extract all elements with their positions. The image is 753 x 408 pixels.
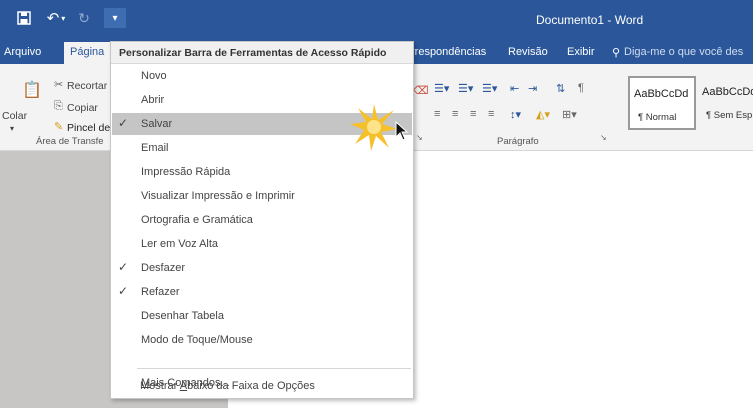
paragraph-group-label: Parágrafo xyxy=(497,136,539,147)
numbering-icon[interactable]: ☰▾ xyxy=(458,82,473,95)
multilevel-list-icon[interactable]: ☰▾ xyxy=(482,82,497,95)
menu-item-label: Impressão Rápida xyxy=(141,166,231,178)
pilcrow-icon[interactable]: ¶ xyxy=(578,82,584,94)
style-name: ¶ Sem Esp. xyxy=(706,110,753,121)
menu-item-label: Novo xyxy=(141,70,167,82)
show-below-prefix: Mostrar xyxy=(140,380,180,392)
menu-item[interactable]: Modo de Toque/Mouse xyxy=(112,329,412,351)
check-icon: ✓ xyxy=(118,260,129,274)
paste-button[interactable]: Colar xyxy=(2,110,27,122)
customize-qat-menu: Personalizar Barra de Ferramentas de Ace… xyxy=(110,41,414,399)
menu-item-label: Desfazer xyxy=(141,262,186,274)
copy-button[interactable]: Copiar xyxy=(67,102,98,114)
check-icon: ✓ xyxy=(118,284,129,298)
menu-item[interactable]: Ler em Voz Alta xyxy=(112,233,412,255)
menu-item-label: Salvar xyxy=(141,118,173,130)
style-sample: AaBbCcDd xyxy=(702,86,753,98)
menu-item-label: Abrir xyxy=(141,94,165,106)
style-sample: AaBbCcDd xyxy=(634,88,689,100)
sort-icon[interactable]: ⇅ xyxy=(556,82,565,95)
menu-item[interactable]: Novo xyxy=(112,65,412,87)
tell-me-box[interactable]: Diga-me o que você des xyxy=(624,46,743,58)
line-spacing-icon[interactable]: ↕▾ xyxy=(510,108,521,121)
shading-icon[interactable]: ◭▾ xyxy=(536,108,550,121)
window-title: Documento1 - Word xyxy=(536,13,644,27)
menu-item[interactable]: Visualizar Impressão e Imprimir xyxy=(112,185,412,207)
bullets-icon[interactable]: ☰▾ xyxy=(434,82,449,95)
menu-item-label: Refazer xyxy=(141,286,180,298)
style-name: ¶ Normal xyxy=(638,112,677,123)
cut-button[interactable]: Recortar xyxy=(67,80,107,92)
style-normal[interactable]: AaBbCcDd ¶ Normal xyxy=(628,76,696,130)
menu-item[interactable]: Desenhar Tabela xyxy=(112,305,412,327)
menu-item-label: Email xyxy=(141,142,169,154)
menu-item-label: Desenhar Tabela xyxy=(141,310,224,322)
menu-item-label: Ortografia e Gramática xyxy=(141,214,253,226)
tab-revisao[interactable]: Revisão xyxy=(508,46,548,58)
click-burst-icon xyxy=(350,104,397,151)
justify-icon[interactable]: ≡ xyxy=(488,108,494,120)
decrease-indent-icon[interactable]: ⇤ xyxy=(510,82,519,95)
check-icon: ✓ xyxy=(118,116,129,130)
redo-icon[interactable]: ↻ xyxy=(74,8,94,28)
align-left-icon[interactable]: ≡ xyxy=(434,108,440,120)
format-painter-button[interactable]: Pincel de xyxy=(67,122,110,134)
style-no-spacing[interactable]: AaBbCcDd ¶ Sem Esp. xyxy=(698,76,753,130)
customize-qat-icon[interactable]: ▾ xyxy=(104,8,126,28)
align-right-icon[interactable]: ≡ xyxy=(470,108,476,120)
tab-correspondencias[interactable]: rrespondências xyxy=(411,46,486,58)
clear-format-icon[interactable]: ⌫ xyxy=(413,84,429,97)
tab-exibir[interactable]: Exibir xyxy=(567,46,595,58)
menu-item-show-below[interactable]: Mostrar Abaixo da Faixa de Opções xyxy=(111,375,411,397)
format-painter-icon[interactable]: ✎ xyxy=(54,120,63,133)
menu-item[interactable]: ✓ Desfazer xyxy=(112,257,412,279)
mouse-pointer-icon xyxy=(395,121,409,141)
save-icon[interactable] xyxy=(14,8,34,28)
borders-icon[interactable]: ⊞▾ xyxy=(562,108,577,121)
copy-icon[interactable]: ⎘ xyxy=(54,100,63,113)
menu-title: Personalizar Barra de Ferramentas de Ace… xyxy=(111,42,413,64)
cut-icon[interactable]: ✂ xyxy=(54,78,63,91)
tab-pagina[interactable]: Página xyxy=(64,42,112,64)
menu-item[interactable]: Impressão Rápida xyxy=(112,161,412,183)
menu-item-label: Ler em Voz Alta xyxy=(141,238,219,250)
paste-dropdown-icon[interactable]: ▾ xyxy=(10,124,14,133)
clipboard-group-label: Área de Transfe xyxy=(36,136,104,147)
paste-icon[interactable]: 📋 xyxy=(22,80,42,100)
align-center-icon[interactable]: ≡ xyxy=(452,108,458,120)
paragraph-dialog-launcher-icon[interactable]: ↘ xyxy=(600,133,607,142)
show-below-accel: A xyxy=(179,380,188,392)
menu-item[interactable]: ✓ Refazer xyxy=(112,281,412,303)
show-below-rest: baixo da Faixa de Opções xyxy=(187,380,315,392)
lightbulb-icon: ⚲ xyxy=(612,47,621,59)
font-dialog-launcher-icon[interactable]: ↘ xyxy=(416,133,423,142)
menu-item[interactable]: Ortografia e Gramática xyxy=(112,209,412,231)
undo-icon[interactable]: ↶ ▾ xyxy=(42,8,70,28)
menu-item-label: Visualizar Impressão e Imprimir xyxy=(141,190,295,202)
menu-separator xyxy=(137,368,411,369)
increase-indent-icon[interactable]: ⇥ xyxy=(528,82,537,95)
menu-item-label: Modo de Toque/Mouse xyxy=(141,334,253,346)
tab-arquivo[interactable]: Arquivo xyxy=(4,46,41,58)
